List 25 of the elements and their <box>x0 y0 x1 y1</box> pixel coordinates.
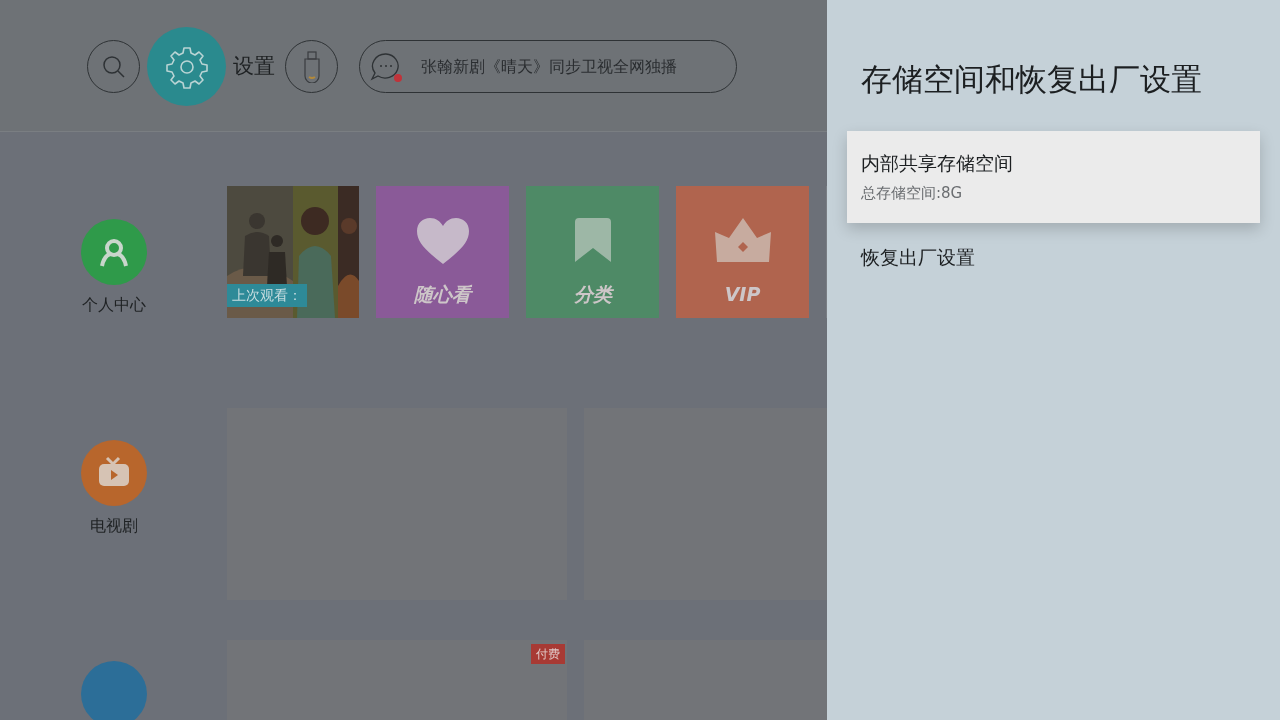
item-title: 内部共享存储空间 <box>861 151 1014 176</box>
settings-label: 设置 <box>233 52 275 80</box>
settings-icon <box>164 44 209 89</box>
category-tile[interactable]: VIP <box>676 186 809 318</box>
search-icon <box>100 53 127 80</box>
recent-poster-tile[interactable]: 上次观看： <box>227 186 359 318</box>
heart-icon <box>414 215 471 266</box>
nav-item-label: 电视剧 <box>89 515 138 537</box>
category-tile[interactable]: 随心看 <box>376 186 509 318</box>
tile-label: 分类 <box>573 281 612 307</box>
usb-drive-icon <box>302 50 321 83</box>
tile-label: 随心看 <box>414 281 471 307</box>
ticker-text: 张翰新剧《晴天》同步卫视全网独播 <box>421 55 677 78</box>
panel-title: 存储空间和恢复出厂设置 <box>860 60 1203 99</box>
tile-label: VIP <box>724 281 761 307</box>
settings-list-item[interactable]: 恢复出厂设置 <box>847 222 1260 293</box>
settings-list-item[interactable]: 内部共享存储空间 总存储空间:8G <box>847 130 1260 223</box>
content-card[interactable]: 付费 <box>227 640 567 720</box>
recent-label: 上次观看： <box>227 284 307 307</box>
paid-badge: 付费 <box>531 644 565 664</box>
item-subtitle: 总存储空间:8G <box>861 182 964 204</box>
item-title: 恢复出厂设置 <box>861 245 976 271</box>
chat-icon <box>370 50 404 83</box>
nav-item-label: 个人中心 <box>81 294 146 316</box>
category-tile[interactable]: 分类 <box>526 186 659 318</box>
